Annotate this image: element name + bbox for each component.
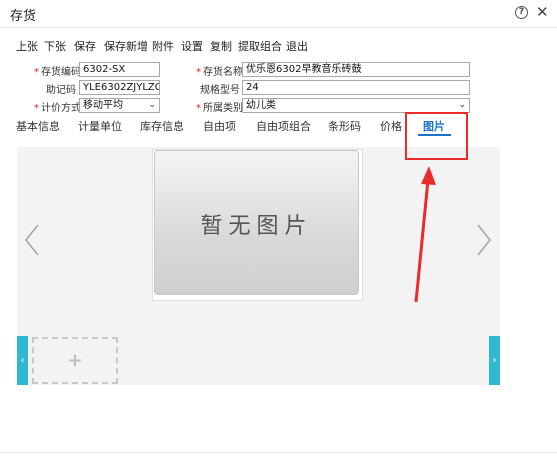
window-title: 存货 [10, 9, 37, 24]
inventory-code-label: * 存货编码 [34, 67, 81, 78]
inventory-name-label: * 存货名称 [196, 67, 243, 78]
spec-model-label: 规格型号 [200, 85, 240, 96]
required-mark: * [196, 67, 201, 78]
tab-free-item-combo[interactable]: 自由项组合 [256, 118, 311, 134]
plus-icon: + [67, 350, 83, 371]
footer-divider [0, 452, 557, 453]
category-label: * 所属类别 [196, 103, 243, 114]
add-image-button[interactable]: + [32, 337, 118, 384]
save-and-new-button[interactable]: 保存新增 [104, 38, 148, 54]
settings-button[interactable]: 设置 [181, 38, 203, 54]
save-button[interactable]: 保存 [74, 38, 96, 54]
annotation-highlight-box [405, 112, 468, 160]
mnemonic-code-field[interactable]: YLE6302ZJYLZG [79, 80, 160, 95]
inventory-name-field[interactable]: 优乐恩6302早教音乐砖鼓 [242, 62, 470, 77]
tab-price[interactable]: 价格 [380, 118, 402, 134]
toolbar: 上张 下张 保存 保存新增 附件 设置 复制 提取组合 退出 [0, 38, 557, 56]
thumbnail-scroll-left-button[interactable]: ‹ [17, 336, 28, 385]
prev-record-button[interactable]: 上张 [16, 38, 38, 54]
mnemonic-code-label: 助记码 [46, 85, 76, 96]
valuation-method-label: * 计价方式 [34, 103, 81, 114]
next-record-button[interactable]: 下张 [44, 38, 66, 54]
attachment-button[interactable]: 附件 [152, 38, 174, 54]
no-image-text: 暂无图片 [200, 214, 313, 239]
exit-button[interactable]: 退出 [286, 38, 308, 54]
extract-combination-button[interactable]: 提取组合 [238, 38, 282, 54]
tab-barcode[interactable]: 条形码 [328, 118, 361, 134]
tab-bar: 基本信息 计量单位 库存信息 自由项 自由项组合 条形码 价格 图片 [0, 118, 557, 138]
prev-image-arrow-icon[interactable] [22, 222, 42, 258]
tab-units[interactable]: 计量单位 [78, 118, 122, 134]
required-mark: * [196, 103, 201, 114]
chevron-down-icon: ⌄ [458, 100, 466, 110]
thumbnail-scroll-right-button[interactable]: › [489, 336, 500, 385]
valuation-method-value: 移动平均 [83, 100, 123, 111]
spec-model-field[interactable]: 24 [242, 80, 470, 95]
required-mark: * [34, 103, 39, 114]
tab-basic-info[interactable]: 基本信息 [16, 118, 60, 134]
close-icon[interactable]: ✕ [536, 3, 549, 21]
category-value: 幼儿类 [246, 100, 276, 111]
inventory-code-field[interactable]: 6302-SX [79, 62, 160, 77]
tab-free-items[interactable]: 自由项 [203, 118, 236, 134]
help-icon[interactable]: ? [515, 6, 528, 19]
valuation-method-select[interactable]: 移动平均 ⌄ [79, 98, 160, 113]
window-titlebar: 存货 ? ✕ [0, 0, 557, 28]
required-mark: * [34, 67, 39, 78]
category-select[interactable]: 幼儿类 ⌄ [242, 98, 470, 113]
next-image-arrow-icon[interactable] [474, 222, 494, 258]
tab-stock-info[interactable]: 库存信息 [140, 118, 184, 134]
chevron-down-icon: ⌄ [148, 100, 156, 110]
copy-button[interactable]: 复制 [210, 38, 232, 54]
